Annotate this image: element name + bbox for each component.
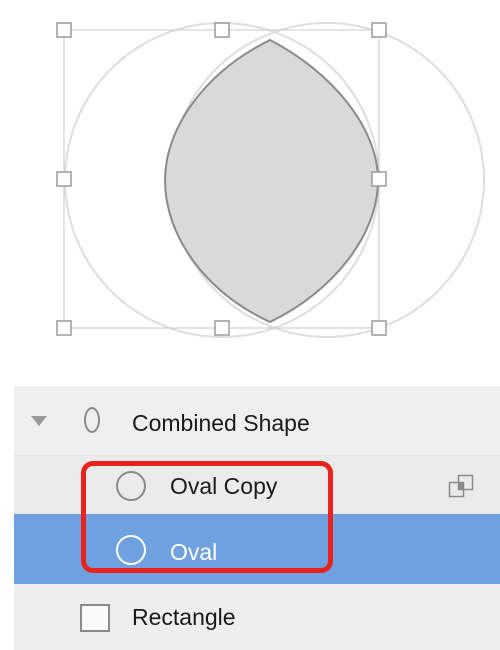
resize-handle-bottom-center[interactable]: [214, 320, 230, 336]
layer-list: Combined Shape Oval Copy Oval Rectangle: [14, 386, 500, 650]
oval-icon: [116, 471, 146, 501]
layer-label-rectangle: Rectangle: [132, 604, 236, 630]
layer-label-oval-copy: Oval Copy: [170, 473, 278, 499]
disclosure-triangle-icon[interactable]: [31, 416, 47, 426]
layer-row-combined-shape[interactable]: Combined Shape: [14, 386, 500, 456]
resize-handle-middle-right[interactable]: [371, 171, 387, 187]
oval-icon: [116, 535, 146, 565]
rectangle-icon: [80, 604, 110, 632]
resize-handle-top-left[interactable]: [56, 22, 72, 38]
canvas-artwork: [56, 22, 485, 338]
layer-label-combined-shape: Combined Shape: [132, 410, 310, 436]
layer-row-rectangle[interactable]: Rectangle: [14, 584, 500, 650]
resize-handle-middle-left[interactable]: [56, 171, 72, 187]
combined-shape-icon: [84, 407, 100, 433]
layer-label-oval: Oval: [170, 539, 218, 565]
resize-handle-bottom-right[interactable]: [371, 320, 387, 336]
resize-handle-top-center[interactable]: [214, 22, 230, 38]
intersect-icon[interactable]: [448, 474, 474, 498]
resize-handle-bottom-left[interactable]: [56, 320, 72, 336]
layer-row-oval-copy[interactable]: Oval Copy: [14, 456, 500, 514]
resize-handle-top-right[interactable]: [371, 22, 387, 38]
layer-row-oval-selected[interactable]: Oval: [14, 514, 500, 584]
design-canvas[interactable]: [0, 0, 500, 370]
